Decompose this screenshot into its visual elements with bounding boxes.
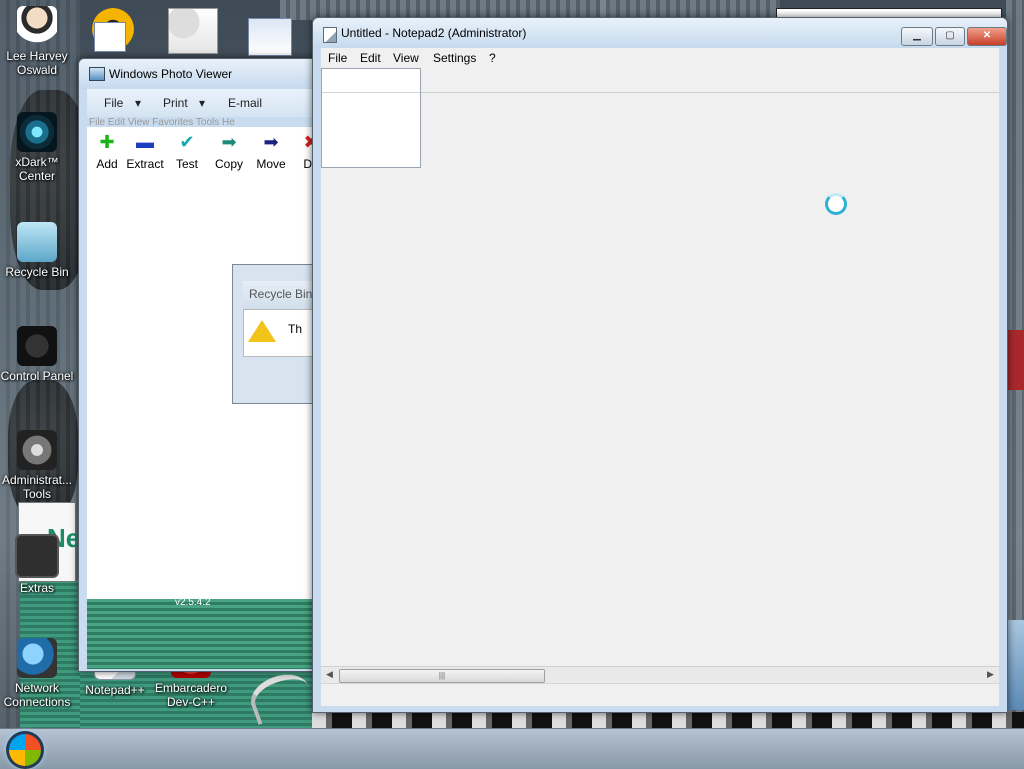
recycle-bin-dialog[interactable]: Recycle Bin Th <box>232 264 316 404</box>
settings-file-icon[interactable] <box>168 8 218 54</box>
notepad2-titlebar[interactable]: Untitled - Notepad2 (Administrator) ▁ ▢ … <box>313 18 1007 48</box>
close-icon: ✕ <box>982 30 992 41</box>
extract-button[interactable]: ▬ Extract <box>125 131 165 171</box>
check-icon: ✔ <box>179 132 195 152</box>
desktop-icon-label: xDark™ Center <box>15 155 59 183</box>
arrow-right-icon: ➡ <box>263 132 279 152</box>
dialog-message: Th <box>288 322 303 336</box>
scroll-left-icon[interactable]: ◀ <box>326 669 333 680</box>
person-icon <box>17 6 57 46</box>
notepad-toolbar <box>321 68 999 93</box>
chevron-down-icon[interactable]: ▾ <box>199 96 205 110</box>
desktop-icon-control-panel[interactable]: Control Panel <box>0 326 74 383</box>
chevron-down-icon[interactable]: ▾ <box>135 96 141 110</box>
desktop-icon-administrative-tools[interactable]: Administrat... Tools <box>0 430 74 501</box>
notepad-menubar: File Edit View Settings ? <box>321 48 999 68</box>
dialog-title: Recycle Bin <box>249 287 313 301</box>
minimize-button[interactable]: ▁ <box>901 27 933 46</box>
file-icon[interactable] <box>94 22 126 52</box>
window-title: Windows Photo Viewer <box>109 67 233 81</box>
close-button[interactable]: ✕ <box>967 27 1007 46</box>
text-editor[interactable] <box>321 93 999 667</box>
move-button[interactable]: ➡ Move <box>251 131 291 171</box>
desktop-icon-recycle-bin[interactable]: Recycle Bin <box>0 222 74 279</box>
photo-viewer-content <box>87 175 319 655</box>
desktop-icon-network-connections[interactable]: Network Connections <box>0 638 74 709</box>
extras-safe-icon <box>15 534 59 578</box>
wallpaper-street <box>312 712 1024 728</box>
wallpaper-red-panel <box>1008 330 1024 390</box>
menu-print[interactable]: Print <box>163 96 188 110</box>
desktop-icon-label: Administrat... Tools <box>1 473 73 501</box>
desktop-icon-label: Recycle Bin <box>5 265 69 279</box>
photo-viewer-titlebar[interactable]: Windows Photo Viewer <box>79 59 319 89</box>
dialog-body: Th <box>243 309 315 357</box>
admin-tools-gear-icon <box>17 430 57 470</box>
maximize-icon: ▢ <box>945 30 955 41</box>
content-left-panel <box>87 175 165 655</box>
warning-icon <box>248 320 276 342</box>
scroll-thumb[interactable]: ||| <box>339 669 545 683</box>
menu-help[interactable]: ? <box>489 51 496 65</box>
menu-email[interactable]: E-mail <box>228 96 262 110</box>
photo-viewer-commandbar: File ▾ Print ▾ E-mail <box>87 89 319 117</box>
test-button[interactable]: ✔ Test <box>167 131 207 171</box>
desktop-icon-label: Notepad++ <box>85 683 145 697</box>
wallpaper-version: v2.5.4.2 <box>175 597 211 608</box>
grip-icon: ||| <box>438 671 446 680</box>
desktop-icon-label: Embarcadero Dev-C++ <box>154 681 228 709</box>
notepad2-window[interactable]: Untitled - Notepad2 (Administrator) ▁ ▢ … <box>312 17 1008 713</box>
maximize-button[interactable]: ▢ <box>935 27 965 46</box>
network-globe-icon <box>17 638 57 678</box>
start-button-windows-icon[interactable] <box>6 731 44 769</box>
control-panel-icon <box>17 326 57 366</box>
notepad-app-icon <box>323 27 337 43</box>
scroll-right-icon[interactable]: ▶ <box>987 669 994 680</box>
menu-settings[interactable]: Settings <box>433 51 476 65</box>
menu-edit[interactable]: Edit <box>360 51 381 65</box>
plus-icon: ✚ <box>99 132 115 152</box>
desktop-icon-lee-harvey-oswald[interactable]: Lee Harvey Oswald <box>0 6 74 77</box>
minus-icon: ▬ <box>136 132 154 152</box>
desktop-icon-label: Network Connections <box>3 681 71 709</box>
wallpaper-sky <box>1006 620 1024 710</box>
taskbar <box>0 728 1024 769</box>
archive-toolbar: ✚ Add ▬ Extract ✔ Test ➡ Copy ➡ Move ✖ D… <box>87 127 319 175</box>
copy-label: Copy <box>214 157 243 171</box>
copy-button[interactable]: ➡ Copy <box>209 131 249 171</box>
move-label: Move <box>256 157 286 171</box>
add-label: Add <box>96 157 118 171</box>
status-bar <box>321 683 999 706</box>
desktop-icon-label: Control Panel <box>0 369 74 383</box>
desktop-icon-xdark-center[interactable]: xDark™ Center <box>0 112 74 183</box>
extract-label: Extract <box>126 157 164 171</box>
minimize-icon: ▁ <box>913 30 921 41</box>
menu-file[interactable]: File <box>104 96 123 110</box>
arrow-right-icon: ➡ <box>221 132 237 152</box>
window-file-icon[interactable] <box>248 18 292 56</box>
dropdown-menu-popup[interactable] <box>321 68 421 168</box>
desktop-icon-extras[interactable]: Extras <box>0 534 74 595</box>
menu-separator <box>322 92 420 93</box>
horizontal-scrollbar[interactable]: ◀ ||| ▶ <box>321 666 999 684</box>
add-button[interactable]: ✚ Add <box>87 131 127 171</box>
wallpaper-strip <box>87 599 319 669</box>
xdark-orb-icon <box>17 112 57 152</box>
test-label: Test <box>175 157 198 171</box>
photo-viewer-app-icon <box>89 67 105 81</box>
window-title: Untitled - Notepad2 (Administrator) <box>341 26 527 40</box>
dialog-titlebar[interactable]: Recycle Bin <box>243 281 315 309</box>
desktop-icon-label: Lee Harvey Oswald <box>6 49 68 77</box>
menu-file[interactable]: File <box>328 51 347 65</box>
menu-view[interactable]: View <box>393 51 419 65</box>
recycle-bin-icon <box>17 222 57 262</box>
busy-cursor-icon <box>825 193 847 215</box>
desktop-icon-label: Extras <box>19 581 54 595</box>
